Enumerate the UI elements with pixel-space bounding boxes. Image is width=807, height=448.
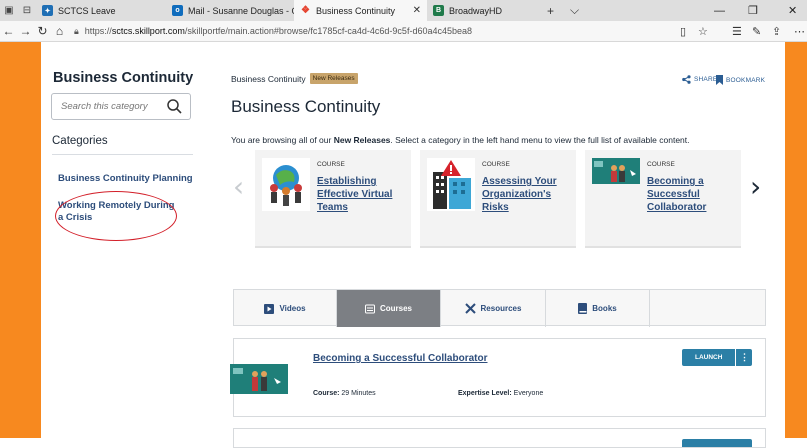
browser-tab-bar: ▣ ⊟ ✦ SCTCS Leave o Mail - Susanne Dougl… <box>0 0 807 21</box>
main-content: Business Continuity New Releases SHARE B… <box>204 42 785 448</box>
course-card[interactable]: COURSE Assessing Your Organization's Ris… <box>420 150 576 248</box>
course-duration: Course: 29 Minutes <box>313 390 376 397</box>
home-icon[interactable]: ⌂ <box>51 24 68 38</box>
card-title-link[interactable]: Assessing Your Organization's Risks <box>482 175 570 214</box>
bookmark-icon <box>716 75 723 85</box>
course-card[interactable]: COURSE Establishing Effective Virtual Te… <box>255 150 411 248</box>
refresh-icon[interactable]: ↻ <box>34 24 51 38</box>
carousel-next-chevron-right-icon[interactable]: › <box>750 170 761 203</box>
favorite-star-icon[interactable]: ☆ <box>698 21 708 42</box>
card-title-link[interactable]: Becoming a Successful Collaborator <box>647 175 735 214</box>
card-type: COURSE <box>482 161 510 168</box>
tab-books[interactable]: Books <box>546 290 650 327</box>
outlook-favicon-icon: o <box>172 5 183 16</box>
close-tab-icon[interactable]: ✕ <box>405 5 421 16</box>
result-title-link[interactable]: Becoming a Successful Collaborator <box>313 353 488 364</box>
category-sidebar: Business Continuity Search this category… <box>41 42 204 438</box>
restore-icon[interactable]: ❐ <box>748 0 758 21</box>
tab-actions-icon[interactable]: ▣ <box>0 0 18 21</box>
tab-label: SCTCS Leave <box>58 5 116 16</box>
video-icon <box>264 303 275 314</box>
more-actions-kebab-icon[interactable]: ⋮ <box>736 349 753 366</box>
bookmark-label: BOOKMARK <box>726 76 766 84</box>
course-result-row: Becoming a Successful Collaborator Cours… <box>230 338 766 417</box>
favorites-list-icon[interactable]: ☰ <box>732 21 742 42</box>
tools-icon <box>464 303 476 314</box>
share-browser-icon[interactable]: ⇪ <box>772 21 781 42</box>
tab-resources[interactable]: Resources <box>441 290 546 327</box>
organization-risks-thumbnail <box>427 158 475 211</box>
close-window-icon[interactable]: ✕ <box>788 0 797 21</box>
card-title-link[interactable]: Establishing Effective Virtual Teams <box>317 175 405 214</box>
url-text: https://sctcs.skillport.com/skillportfe/… <box>84 26 472 36</box>
tab-videos[interactable]: Videos <box>234 290 337 327</box>
url-field[interactable]: 🔒︎ https://sctcs.skillport.com/skillport… <box>74 23 630 40</box>
new-tab-icon[interactable]: + <box>539 4 562 18</box>
launch-button-group: LAUNCH ⋮ <box>682 349 753 366</box>
tab-label: Books <box>592 304 617 313</box>
search-icon[interactable] <box>166 98 183 115</box>
tab-label: BroadwayHD <box>449 5 503 16</box>
more-options-icon[interactable]: ⋯ <box>794 21 805 42</box>
browsing-intro-text: You are browsing all of our New Releases… <box>231 135 690 145</box>
browser-tab-sctcs-leave[interactable]: ✦ SCTCS Leave <box>36 0 166 21</box>
broadwayhd-favicon-icon: B <box>433 5 444 16</box>
set-aside-tabs-icon[interactable]: ⊟ <box>18 0 36 21</box>
card-type: COURSE <box>317 161 345 168</box>
sidebar-item-business-continuity-planning[interactable]: Business Continuity Planning <box>58 173 193 185</box>
course-result-row <box>233 428 766 448</box>
tab-courses[interactable]: Courses <box>337 290 441 327</box>
forward-arrow-icon[interactable]: → <box>17 24 34 38</box>
lock-icon: 🔒︎ <box>74 25 79 36</box>
pen-notes-icon[interactable]: ✎ <box>752 21 761 42</box>
bookmark-button[interactable]: BOOKMARK <box>716 75 765 85</box>
share-icon <box>682 75 691 84</box>
sidebar-title: Business Continuity <box>53 70 194 86</box>
tab-label: Resources <box>480 304 522 313</box>
divider <box>52 154 193 155</box>
browser-tab-broadwayhd[interactable]: B BroadwayHD <box>427 0 539 21</box>
tab-list-chevron-down-icon[interactable]: ⌵ <box>562 3 587 18</box>
skillport-favicon-icon: ❖ <box>301 5 310 16</box>
collaborator-thumbnail <box>230 364 288 394</box>
category-search-input[interactable]: Search this category <box>51 93 191 120</box>
content-type-tabs: Videos Courses Resources Books <box>233 289 766 327</box>
back-arrow-icon[interactable]: ← <box>0 24 17 38</box>
launch-button[interactable] <box>682 439 752 447</box>
reading-view-icon[interactable]: ▯ <box>680 21 686 42</box>
course-icon <box>364 304 375 313</box>
collaborator-thumbnail <box>592 158 640 184</box>
virtual-teams-thumbnail <box>262 158 310 211</box>
card-type: COURSE <box>647 161 675 168</box>
new-releases-badge: New Releases <box>309 73 358 84</box>
sctcs-favicon-icon: ✦ <box>42 5 53 16</box>
orange-side-band <box>0 42 41 438</box>
book-icon <box>578 303 588 314</box>
red-annotation-circle <box>55 191 177 241</box>
minimize-icon[interactable]: — <box>714 0 725 21</box>
orange-side-band-right <box>785 42 807 438</box>
course-card[interactable]: COURSE Becoming a Successful Collaborato… <box>585 150 741 248</box>
breadcrumb-item[interactable]: Business Continuity <box>231 74 306 84</box>
carousel-prev-chevron-left-icon[interactable]: ‹ <box>233 170 244 203</box>
address-bar: ← → ↻ ⌂ 🔒︎ https://sctcs.skillport.com/s… <box>0 21 807 42</box>
launch-button[interactable]: LAUNCH <box>682 349 736 366</box>
tab-label: Videos <box>279 304 306 313</box>
browser-tab-business-continuity[interactable]: ❖ Business Continuity ✕ <box>294 0 427 21</box>
share-label: SHARE <box>694 76 718 83</box>
categories-heading: Categories <box>52 135 108 147</box>
page-title: Business Continuity <box>231 97 381 116</box>
share-button[interactable]: SHARE <box>682 75 717 84</box>
search-placeholder: Search this category <box>61 101 148 112</box>
expertise-level: Expertise Level: Everyone <box>458 390 544 397</box>
breadcrumb: Business Continuity New Releases <box>231 73 358 84</box>
tab-label: Courses <box>379 304 412 313</box>
tab-label: Business Continuity <box>316 5 396 16</box>
tab-label: Mail - Susanne Douglas - O <box>188 5 294 16</box>
browser-tab-mail[interactable]: o Mail - Susanne Douglas - O <box>166 0 294 21</box>
